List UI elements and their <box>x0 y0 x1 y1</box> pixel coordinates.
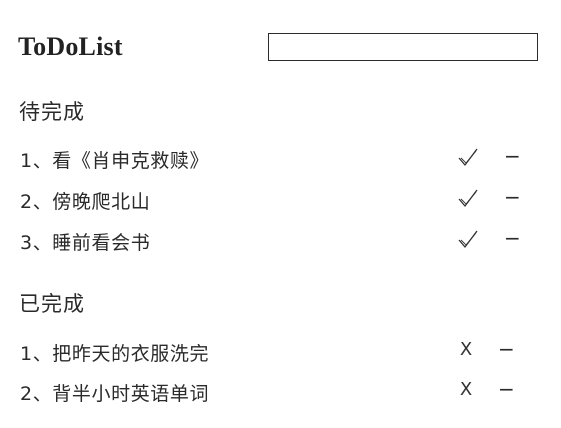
new-todo-input[interactable] <box>268 33 538 61</box>
todo-item: 3、睡前看会书 − <box>20 228 540 269</box>
check-icon <box>458 189 478 207</box>
todo-app: ToDoList 待完成 1、看《肖申克救赎》 − 2、傍晚爬北山 − 3、睡前… <box>0 0 561 428</box>
done-item: 2、背半小时英语单词 X − <box>20 379 540 419</box>
remove-button[interactable]: − <box>504 228 521 250</box>
done-section-heading: 已完成 <box>19 292 85 316</box>
todo-item-text: 2、傍晚爬北山 <box>20 191 151 213</box>
todo-item-text: 3、睡前看会书 <box>20 232 151 254</box>
app-title: ToDoList <box>18 32 123 61</box>
remove-button[interactable]: − <box>498 379 515 401</box>
check-icon <box>458 230 478 248</box>
done-item-text: 1、把昨天的衣服洗完 <box>20 343 210 365</box>
check-icon <box>458 148 478 166</box>
remove-button[interactable]: − <box>498 339 515 361</box>
todo-section-heading: 待完成 <box>19 100 85 124</box>
todo-item-text: 1、看《肖申克救赎》 <box>20 150 210 172</box>
undo-button[interactable]: X <box>456 339 476 361</box>
complete-button[interactable] <box>454 226 482 252</box>
done-item-text: 2、背半小时英语单词 <box>20 383 210 405</box>
remove-button[interactable]: − <box>504 146 521 168</box>
done-item: 1、把昨天的衣服洗完 X − <box>20 339 540 379</box>
undo-button[interactable]: X <box>456 379 476 401</box>
todo-item: 1、看《肖申克救赎》 − <box>20 146 540 187</box>
complete-button[interactable] <box>454 185 482 211</box>
todo-item: 2、傍晚爬北山 − <box>20 187 540 228</box>
done-list: 1、把昨天的衣服洗完 X − 2、背半小时英语单词 X − <box>20 339 540 419</box>
complete-button[interactable] <box>454 144 482 170</box>
todo-list: 1、看《肖申克救赎》 − 2、傍晚爬北山 − 3、睡前看会书 − <box>20 146 540 269</box>
remove-button[interactable]: − <box>504 187 521 209</box>
